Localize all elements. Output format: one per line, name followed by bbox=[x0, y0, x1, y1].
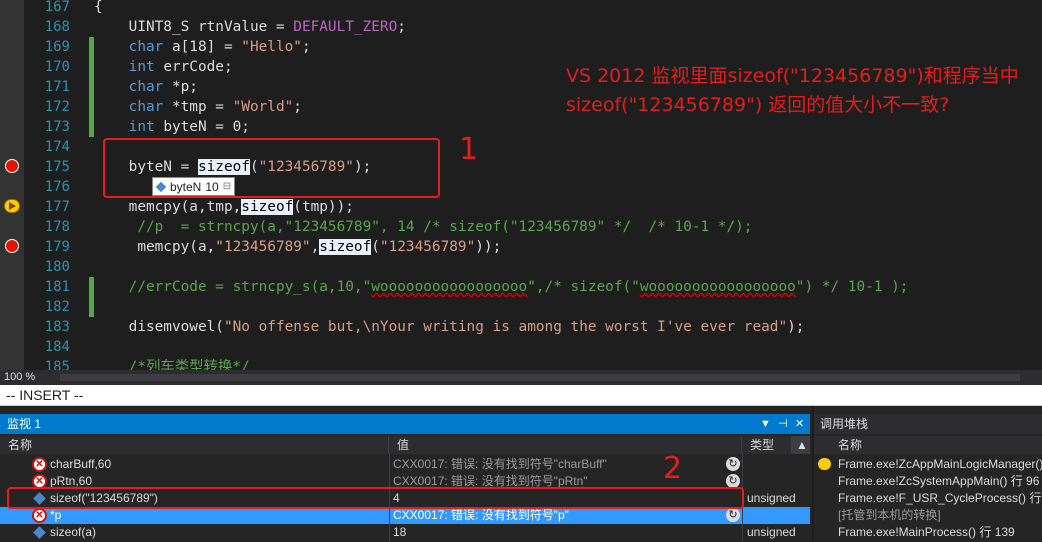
line-number: 174 bbox=[44, 139, 70, 155]
code-line[interactable]: int errCode; bbox=[94, 57, 233, 77]
watch-title: 监视 1 bbox=[7, 417, 42, 431]
call-stack-frame[interactable]: Frame.exe!ZcAppMainLogicManager() bbox=[814, 456, 1042, 473]
line-number: 178 bbox=[44, 219, 70, 235]
breakpoint-icon[interactable] bbox=[5, 159, 19, 173]
watch-type: unsigned bbox=[747, 491, 796, 505]
watch-title-bar[interactable]: 监视 1 ▼ ⊣ ✕ bbox=[0, 414, 810, 434]
line-number: 179 bbox=[44, 239, 70, 255]
frame-label: Frame.exe!ZcAppMainLogicManager() bbox=[838, 457, 1042, 471]
column-header-name[interactable]: 名称 bbox=[0, 436, 389, 454]
line-number: 182 bbox=[44, 299, 70, 315]
annotation-box-2 bbox=[7, 487, 744, 509]
code-editor[interactable]: 167 {168 UINT8_S rtnValue = DEFAULT_ZERO;… bbox=[0, 0, 1042, 370]
watch-expression[interactable]: sizeof(a) bbox=[50, 524, 386, 541]
code-line[interactable]: char *p; bbox=[94, 77, 198, 97]
horizontal-scrollbar[interactable] bbox=[60, 374, 1020, 381]
line-number: 170 bbox=[44, 59, 70, 75]
line-number: 183 bbox=[44, 319, 70, 335]
breakpoint-gutter[interactable] bbox=[0, 0, 24, 370]
line-number: 176 bbox=[44, 179, 70, 195]
frame-label: [托管到本机的转换] bbox=[838, 508, 941, 522]
line-number: 173 bbox=[44, 119, 70, 135]
variable-cube-icon bbox=[155, 181, 167, 192]
line-number: 181 bbox=[44, 279, 70, 295]
code-line[interactable]: char *tmp = "World"; bbox=[94, 97, 302, 117]
pin-icon[interactable]: ⊟ bbox=[223, 181, 231, 192]
refresh-icon[interactable]: ↻ bbox=[726, 508, 740, 522]
line-number: 184 bbox=[44, 339, 70, 355]
refresh-icon[interactable]: ↻ bbox=[726, 474, 740, 488]
call-stack-title[interactable]: 调用堆栈 bbox=[814, 414, 1042, 434]
datatip[interactable]: byteN 10 ⊟ bbox=[152, 177, 236, 196]
line-number: 177 bbox=[44, 199, 70, 215]
zoom-level[interactable]: 100 % bbox=[4, 370, 35, 385]
call-stack-frame[interactable]: Frame.exe!ZcSystemAppMain() 行 96 + bbox=[814, 473, 1042, 490]
frame-label: Frame.exe!F_USR_CycleProcess() 行 23 bbox=[838, 491, 1042, 505]
current-statement-arrow-icon bbox=[4, 199, 20, 213]
datatip-value: 10 bbox=[205, 179, 219, 194]
dropdown-icon[interactable]: ▼ bbox=[760, 414, 771, 434]
watch-type bbox=[747, 456, 797, 473]
code-line[interactable]: { bbox=[94, 0, 103, 17]
line-number: 172 bbox=[44, 99, 70, 115]
line-number: 169 bbox=[44, 39, 70, 55]
code-line[interactable]: UINT8_S rtnValue = DEFAULT_ZERO; bbox=[94, 17, 406, 37]
watch-type bbox=[747, 507, 797, 524]
error-icon: ✕ bbox=[32, 508, 47, 523]
frame-label: Frame.exe!ZcSystemAppMain() 行 96 + bbox=[838, 474, 1042, 488]
watch-value[interactable]: CXX0017: 错误: 没有找到符号"p" bbox=[393, 507, 723, 524]
line-number: 180 bbox=[44, 259, 70, 275]
code-line[interactable]: //errCode = strncpy_s(a,10,"wooooooooooo… bbox=[94, 277, 909, 297]
watch-type bbox=[747, 473, 797, 490]
watch-type: unsigned bbox=[747, 525, 796, 539]
watch-row[interactable]: sizeof(a) 18 unsigned bbox=[0, 524, 810, 541]
watch-expression[interactable]: *p bbox=[50, 507, 386, 524]
column-header-value[interactable]: 值 bbox=[389, 436, 742, 454]
call-stack-frame[interactable]: Frame.exe!F_USR_CycleProcess() 行 23 bbox=[814, 490, 1042, 507]
line-number: 168 bbox=[44, 19, 70, 35]
line-number: 171 bbox=[44, 79, 70, 95]
code-line[interactable]: /*列车类型转换*/ bbox=[94, 357, 250, 370]
annotation-label-2: 2 bbox=[663, 451, 683, 486]
line-number: 167 bbox=[44, 0, 70, 15]
pin-window-icon[interactable]: ⊣ bbox=[778, 414, 788, 434]
call-stack-frame[interactable]: [托管到本机的转换] bbox=[814, 507, 1042, 524]
frame-label: Frame.exe!MainProcess() 行 139 bbox=[838, 525, 1015, 539]
line-number: 175 bbox=[44, 159, 70, 175]
datatip-name: byteN bbox=[170, 179, 202, 194]
call-stack-window[interactable]: 调用堆栈 名称 Frame.exe!ZcAppMainLogicManager(… bbox=[814, 406, 1042, 542]
column-header-type[interactable]: 类型 bbox=[742, 436, 792, 454]
watch-expression[interactable]: charBuff,60 bbox=[50, 456, 386, 473]
close-icon[interactable]: ✕ bbox=[795, 414, 804, 434]
column-header-name[interactable]: 名称 bbox=[814, 436, 1042, 454]
watch-value[interactable]: 18 bbox=[393, 524, 723, 541]
line-number: 185 bbox=[44, 359, 70, 370]
error-icon: ✕ bbox=[32, 457, 47, 472]
code-line[interactable]: disemvowel("No offense but,\nYour writin… bbox=[94, 317, 805, 337]
refresh-icon[interactable]: ↻ bbox=[726, 457, 740, 471]
editor-bottom-bar: 100 % bbox=[0, 370, 1042, 385]
scroll-up-icon[interactable]: ▲ bbox=[792, 436, 810, 454]
breakpoint-icon[interactable] bbox=[5, 239, 19, 253]
vim-status-line: -- INSERT -- bbox=[0, 385, 1042, 406]
current-frame-arrow-icon bbox=[818, 458, 831, 470]
code-line[interactable]: memcpy(a,tmp,sizeof(tmp)); bbox=[94, 197, 354, 217]
code-line[interactable]: //p = strncpy(a,"123456789", 14 /* sizeo… bbox=[94, 217, 752, 237]
watch-window[interactable]: 监视 1 ▼ ⊣ ✕ 名称 值 类型 ▲ ✕ charBuff,60 CXX0017… bbox=[0, 406, 812, 542]
code-line[interactable]: memcpy(a,"123456789",sizeof("123456789")… bbox=[94, 237, 501, 257]
code-line[interactable]: char a[18] = "Hello"; bbox=[94, 37, 311, 57]
call-stack-frame[interactable]: Frame.exe!MainProcess() 行 139 bbox=[814, 524, 1042, 541]
question-text: VS 2012 监视里面sizeof("123456789")和程序当中size… bbox=[566, 65, 1019, 116]
watch-row[interactable]: ✕ charBuff,60 CXX0017: 错误: 没有找到符号"charBuff… bbox=[0, 456, 810, 473]
watch-row[interactable]: ✕ *p CXX0017: 错误: 没有找到符号"p" ↻ bbox=[0, 507, 810, 524]
code-line[interactable]: int byteN = 0; bbox=[94, 117, 250, 137]
annotation-label-1: 1 bbox=[459, 132, 479, 167]
variable-cube-icon bbox=[33, 526, 46, 539]
